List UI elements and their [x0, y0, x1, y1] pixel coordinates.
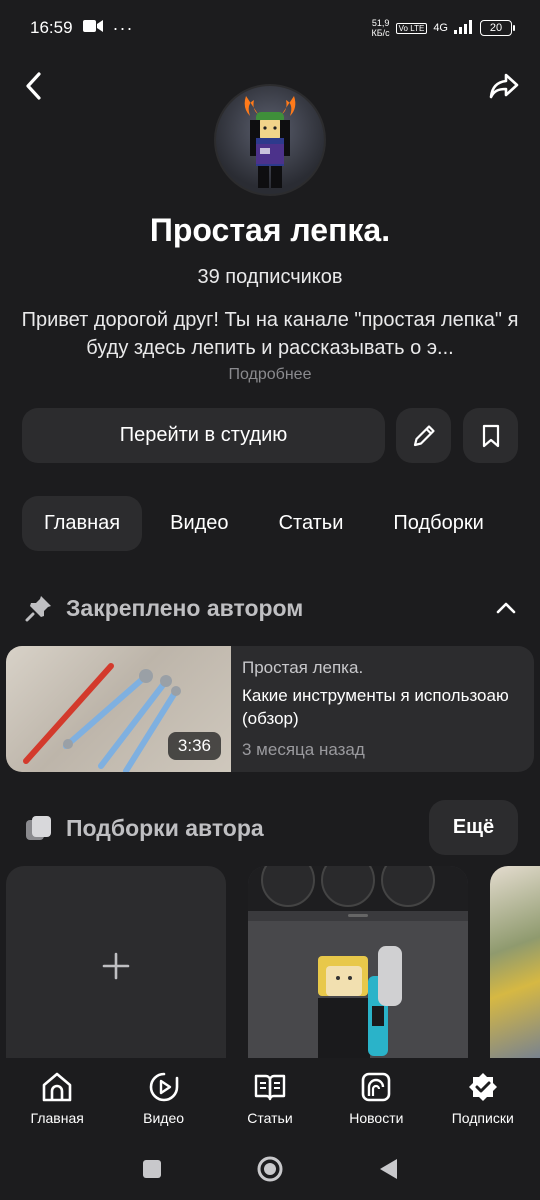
nav-item-news[interactable]: Новости: [326, 1070, 426, 1126]
network-speed: 51,9 КБ/с: [372, 18, 390, 38]
recents-button[interactable]: [138, 1155, 166, 1183]
nav-label-home: Главная: [30, 1110, 84, 1126]
share-button[interactable]: [484, 66, 524, 106]
network-speed-unit: КБ/с: [371, 28, 390, 38]
more-notifications-icon: ···: [112, 17, 134, 38]
chevron-up-icon[interactable]: [494, 596, 518, 626]
triangle-back-icon: [380, 1159, 397, 1179]
pinned-video-card[interactable]: 3:36 Простая лепка. Какие инструменты я …: [6, 646, 534, 772]
pinned-section-header[interactable]: Закреплено автором: [22, 588, 522, 628]
channel-tabs: Главная Видео Статьи Подборки: [22, 496, 506, 551]
bookmark-icon: [482, 424, 499, 447]
subscriptions-icon: [466, 1070, 500, 1104]
battery-level: 20: [489, 22, 503, 34]
video-title: Какие инструменты я использоаю (обзор): [242, 686, 509, 728]
avatar-image: [244, 96, 296, 188]
volte-badge: Vo LTE: [395, 22, 428, 34]
collection-card[interactable]: [490, 866, 540, 1066]
articles-icon: [253, 1070, 287, 1104]
video-channel-name: Простая лепка.: [242, 658, 364, 677]
tab-articles[interactable]: Статьи: [257, 496, 366, 551]
video-duration: 3:36: [167, 732, 221, 760]
network-type: 4G: [433, 22, 448, 34]
status-bar: 16:59 ··· 51,9 КБ/с Vo LTE 4G 20: [0, 0, 540, 56]
subscriber-count: 39 подписчиков: [197, 266, 343, 288]
back-system-button[interactable]: [374, 1155, 402, 1183]
collections-icon: [22, 811, 56, 845]
circle-icon: [257, 1156, 283, 1182]
collection-cover-image: [248, 866, 468, 1066]
chevron-left-icon: [26, 72, 41, 100]
nav-item-video[interactable]: Видео: [114, 1070, 214, 1126]
back-button[interactable]: [14, 66, 54, 106]
nav-item-home[interactable]: Главная: [7, 1070, 107, 1126]
collections-more-button[interactable]: Ещё: [429, 800, 518, 855]
system-navigation: [0, 1138, 540, 1200]
pinned-section-title: Закреплено автором: [66, 594, 304, 621]
nav-item-subscriptions[interactable]: Подписки: [433, 1070, 533, 1126]
video-date: 3 месяца назад: [242, 740, 365, 759]
pencil-icon: [413, 424, 435, 446]
bookmark-button[interactable]: [463, 408, 518, 463]
network-speed-value: 51,9: [371, 18, 390, 28]
status-time: 16:59: [30, 18, 73, 37]
pin-icon: [22, 591, 56, 625]
video-thumbnail: 3:36: [6, 646, 231, 772]
nav-label-subscriptions: Подписки: [451, 1110, 514, 1126]
bottom-navigation: Главная Видео Статьи Новости Подписки: [0, 1058, 540, 1138]
more-info-link[interactable]: Подробнее: [0, 366, 540, 384]
nav-label-news: Новости: [349, 1110, 404, 1126]
add-collection-card[interactable]: [6, 866, 226, 1066]
channel-title: Простая лепка.: [149, 212, 391, 248]
video-icon: [147, 1070, 181, 1104]
home-icon: [40, 1070, 74, 1104]
plus-icon: [102, 952, 130, 980]
edit-button[interactable]: [396, 408, 451, 463]
status-right: 51,9 КБ/с Vo LTE 4G 20: [372, 18, 515, 38]
signal-icon: [454, 19, 474, 37]
collection-card[interactable]: [248, 866, 468, 1066]
channel-avatar[interactable]: [214, 84, 326, 196]
nav-item-articles[interactable]: Статьи: [220, 1070, 320, 1126]
channel-description[interactable]: Привет дорогой друг! Ты на канале "прост…: [20, 306, 520, 362]
video-call-icon: [82, 18, 103, 38]
status-left: 16:59 ···: [30, 18, 134, 39]
nav-label-video: Видео: [143, 1110, 185, 1126]
home-system-button[interactable]: [256, 1155, 284, 1183]
battery-indicator: 20: [480, 20, 515, 36]
collections-section-title: Подборки автора: [66, 814, 264, 841]
nav-label-articles: Статьи: [247, 1110, 293, 1126]
share-icon: [489, 73, 519, 99]
square-icon: [143, 1160, 161, 1178]
tab-main[interactable]: Главная: [22, 496, 143, 551]
news-icon: [359, 1070, 393, 1104]
go-to-studio-button[interactable]: Перейти в студию: [22, 408, 385, 463]
tab-video[interactable]: Видео: [148, 496, 250, 551]
tab-collections[interactable]: Подборки: [371, 496, 505, 551]
